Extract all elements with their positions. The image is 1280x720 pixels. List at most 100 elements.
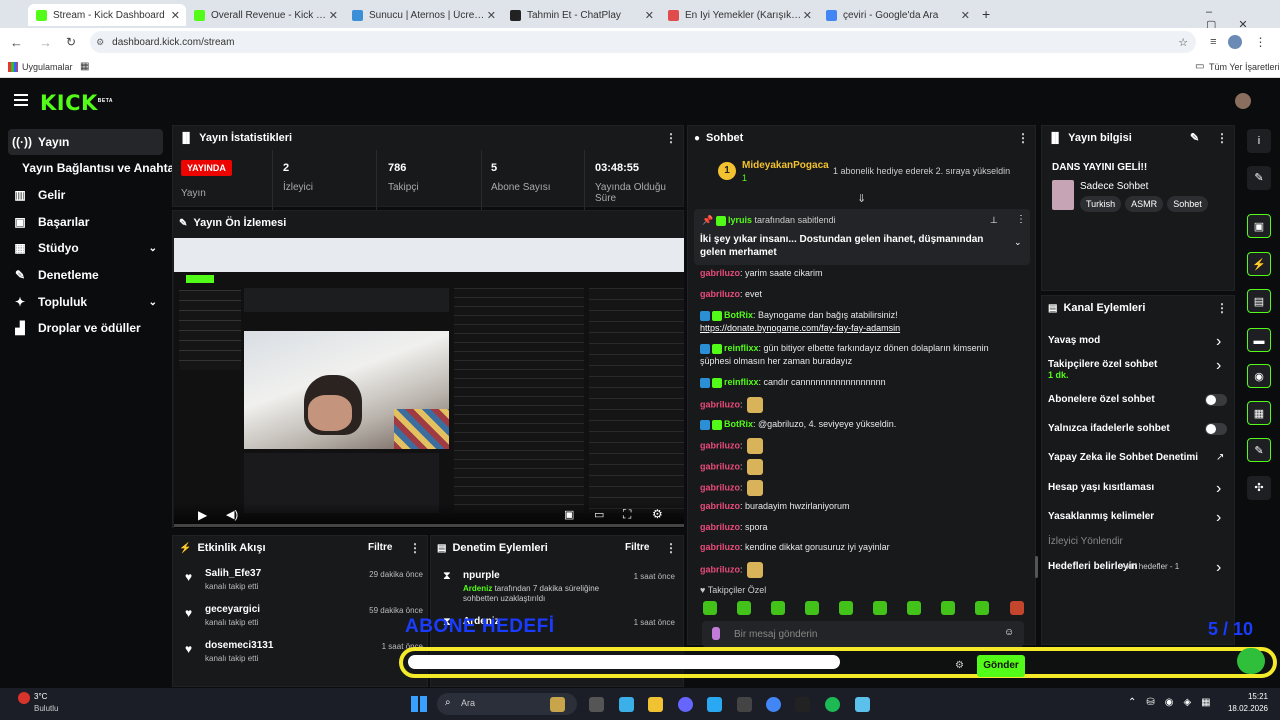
chevron-down-icon[interactable]: ⌄: [149, 243, 157, 254]
chat-username[interactable]: BotRix: [724, 310, 753, 320]
moderator-name[interactable]: Ardeniz: [463, 584, 492, 593]
browser-tab[interactable]: En İyi Yemekler (Karışık) - Tier L✕: [660, 4, 818, 26]
new-tab-button[interactable]: +: [982, 6, 990, 22]
browser-tab[interactable]: Overall Revenue - Kick Dashboa✕: [186, 4, 344, 26]
browser-tab[interactable]: Sunucu | Aternos | Ücretsiz Min✕: [344, 4, 502, 26]
chevron-right-icon[interactable]: ›: [1216, 559, 1221, 577]
chat-settings-icon[interactable]: ⚙: [955, 660, 964, 671]
moderation-target[interactable]: npurple: [463, 570, 500, 581]
pip-icon[interactable]: ▣: [564, 508, 574, 521]
browser-tab[interactable]: çeviri - Google'da Ara ✕: [818, 4, 976, 26]
mic-icon[interactable]: [712, 627, 720, 640]
nav-item[interactable]: ▟ Droplar ve ödüller: [8, 315, 163, 341]
category-thumbnail[interactable]: [1052, 180, 1074, 210]
crop-icon[interactable]: ▣: [1247, 214, 1271, 238]
gift-username[interactable]: MideyakanPogaca: [742, 160, 829, 171]
category-name[interactable]: Sadece Sohbet: [1080, 181, 1148, 192]
system-tray-icons[interactable]: ⌃⛁◉◈▦: [1128, 697, 1221, 708]
bookmark-apps[interactable]: Uygulamalar: [22, 62, 73, 72]
scroll-down-icon[interactable]: ⇓: [857, 192, 866, 205]
layers-icon[interactable]: ▦: [1247, 401, 1271, 425]
nav-item[interactable]: Yayın Bağlantısı ve Anahtarı: [8, 155, 182, 181]
taskbar-app[interactable]: [795, 697, 810, 712]
address-bar[interactable]: ⚙ dashboard.kick.com/stream ☆: [90, 31, 1197, 53]
back-icon[interactable]: ←: [10, 35, 23, 50]
tab-close-icon[interactable]: ✕: [961, 9, 970, 22]
info-icon[interactable]: i: [1247, 129, 1271, 153]
reading-list-icon[interactable]: ≡: [1210, 36, 1216, 48]
chat-username[interactable]: gabriluzo: [700, 289, 740, 299]
chat-username[interactable]: gabriluzo: [700, 399, 740, 409]
chat-username[interactable]: gabriluzo: [700, 461, 740, 471]
tab-close-icon[interactable]: ✕: [645, 9, 654, 22]
emote-shortcut[interactable]: [1010, 601, 1024, 615]
activity-menu-icon[interactable]: ⋮: [409, 541, 421, 555]
toggle-switch[interactable]: [1205, 394, 1227, 406]
stats-menu-icon[interactable]: ⋮: [665, 131, 677, 145]
chat-link[interactable]: https://donate.bynogame.com/fay-fay-fay-…: [700, 323, 900, 333]
chevron-right-icon[interactable]: ›: [1216, 357, 1221, 375]
external-link-icon[interactable]: ↗: [1216, 452, 1224, 463]
pinned-menu-icon[interactable]: ⋮: [1016, 214, 1026, 225]
emote-shortcut[interactable]: [771, 601, 785, 615]
forward-icon[interactable]: →: [39, 35, 52, 50]
emote-shortcut[interactable]: [737, 601, 751, 615]
taskbar-terminal[interactable]: [589, 697, 604, 712]
profile-avatar[interactable]: [1228, 35, 1243, 49]
nav-item[interactable]: ▦ Stüdyo ⌄: [8, 235, 163, 261]
taskbar-explorer[interactable]: [648, 697, 663, 712]
fullscreen-icon[interactable]: ⛶: [623, 507, 631, 522]
nav-item[interactable]: ▥ Gelir: [8, 182, 163, 208]
chat-username[interactable]: reinflixx: [724, 343, 759, 353]
stream-tag[interactable]: Turkish: [1080, 196, 1122, 212]
site-info-icon[interactable]: ⚙: [96, 37, 104, 48]
chat-username[interactable]: gabriluzo: [700, 268, 740, 278]
activity-name[interactable]: Salih_Efe37: [205, 568, 261, 579]
tab-close-icon[interactable]: ✕: [329, 9, 338, 22]
stream-tag[interactable]: Sohbet: [1167, 196, 1208, 212]
emote-shortcut[interactable]: [907, 601, 921, 615]
channel-action-4[interactable]: Yalnızca ifadelerle sohbet: [1048, 423, 1170, 434]
play-icon[interactable]: ▶: [198, 508, 207, 522]
unpin-icon[interactable]: ⊥: [990, 215, 998, 226]
clock-time[interactable]: 15:21: [1214, 692, 1268, 701]
menu-kebab-icon[interactable]: ⋮: [1254, 35, 1266, 49]
hamburger-icon[interactable]: [14, 94, 28, 106]
channel-action-7[interactable]: Yasaklanmış kelimeler: [1048, 511, 1154, 522]
taskbar-spotify[interactable]: [825, 697, 840, 712]
activity-name[interactable]: dosemeci3131: [205, 640, 273, 651]
channel-actions-menu-icon[interactable]: ⋮: [1216, 301, 1228, 315]
emote-shortcut[interactable]: [839, 601, 853, 615]
channel-action-3[interactable]: Abonelere özel sohbet: [1048, 394, 1155, 405]
chat-username[interactable]: reinflixx: [724, 377, 759, 387]
send-button[interactable]: Gönder: [977, 655, 1025, 677]
progress-track[interactable]: [174, 524, 684, 527]
clipboard-icon[interactable]: ▤: [1247, 289, 1271, 313]
chat-username[interactable]: gabriluzo: [700, 542, 740, 552]
chat-username[interactable]: gabriluzo: [700, 501, 740, 511]
toggle-switch[interactable]: [1205, 423, 1227, 435]
chat-username[interactable]: gabriluzo: [700, 564, 740, 574]
chevron-right-icon[interactable]: ›: [1216, 480, 1221, 498]
windows-start-icon[interactable]: [411, 696, 427, 712]
pencil-icon[interactable]: ✎: [1247, 166, 1271, 190]
channel-action-6[interactable]: Hesap yaşı kısıtlaması: [1048, 482, 1154, 493]
edit-icon[interactable]: ✎: [1190, 131, 1199, 144]
taskbar-chrome[interactable]: [766, 697, 781, 712]
taskbar-calculator[interactable]: [737, 697, 752, 712]
chat-username[interactable]: gabriluzo: [700, 482, 740, 492]
moderation-menu-icon[interactable]: ⋮: [665, 541, 677, 555]
stream-info-menu-icon[interactable]: ⋮: [1216, 131, 1228, 145]
emote-shortcut[interactable]: [975, 601, 989, 615]
tab-close-icon[interactable]: ✕: [487, 9, 496, 22]
chat-scrollbar[interactable]: [1035, 556, 1038, 578]
apps-grid-icon[interactable]: [8, 62, 18, 72]
chevron-right-icon[interactable]: ›: [1216, 333, 1221, 351]
bookmark-star-icon[interactable]: ☆: [1178, 36, 1188, 49]
settings-icon[interactable]: ⚙: [652, 507, 663, 521]
chat-menu-icon[interactable]: ⋮: [1017, 131, 1029, 145]
browser-tab[interactable]: Tahmin Et - ChatPlay ✕: [502, 4, 660, 26]
channel-action-8[interactable]: İzleyici Yönlendir: [1048, 536, 1123, 547]
nav-item[interactable]: ((·)) Yayın: [8, 129, 163, 155]
chevron-right-icon[interactable]: ›: [1216, 509, 1221, 527]
